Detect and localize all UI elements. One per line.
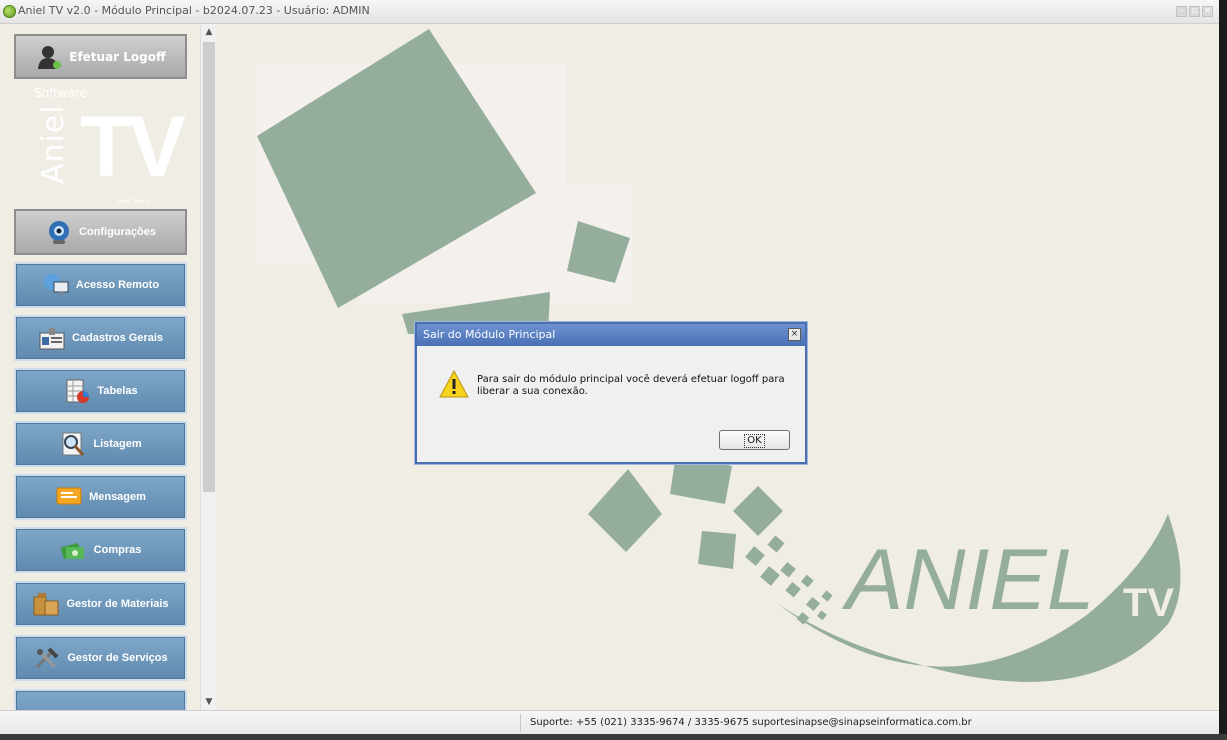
magnifier-document-icon xyxy=(62,432,85,456)
support-contact: Suporte: +55 (021) 3335-9674 / 3335-9675… xyxy=(530,717,972,728)
screen-edge xyxy=(1219,0,1227,740)
title-bar: Aniel TV v2.0 - Módulo Principal - b2024… xyxy=(0,0,1219,24)
menu-label: Cadastros Gerais xyxy=(71,332,164,344)
window-controls: – ▫ × xyxy=(1176,6,1213,17)
menu-label: Gestor de Materiais xyxy=(66,598,169,610)
ok-button[interactable]: OK xyxy=(719,430,790,450)
menu-label: Compras xyxy=(93,544,142,556)
id-card-icon xyxy=(39,328,65,350)
background-aniel-text: ANIEL xyxy=(841,532,1095,628)
message-icon xyxy=(56,487,82,505)
menu-label: Gestor de Serviços xyxy=(67,652,168,664)
logoff-button[interactable]: Efetuar Logoff xyxy=(14,34,187,79)
status-bar: Suporte: +55 (021) 3335-9674 / 3335-9675… xyxy=(0,710,1219,734)
menu-gestor-materiais[interactable]: Gestor de Materiais xyxy=(14,581,187,627)
close-button[interactable]: × xyxy=(1202,6,1213,17)
menu-acesso-remoto[interactable]: Acesso Remoto xyxy=(14,262,187,308)
dialog-title-bar: Sair do Módulo Principal × xyxy=(417,324,805,346)
menu-tabelas[interactable]: Tabelas xyxy=(14,368,187,414)
status-divider xyxy=(520,714,521,732)
logoff-label: Efetuar Logoff xyxy=(69,49,166,64)
user-icon xyxy=(38,45,62,69)
money-icon xyxy=(60,542,84,560)
background-tv-text: TV xyxy=(1123,581,1174,625)
exit-dialog: Sair do Módulo Principal × Para sair do … xyxy=(415,322,807,464)
logo-tv-text: TV xyxy=(80,99,186,195)
dialog-title: Sair do Módulo Principal xyxy=(423,328,556,341)
webcam-icon xyxy=(48,221,69,244)
screen-bottom-edge xyxy=(0,734,1227,740)
menu-partial-item[interactable] xyxy=(14,689,187,710)
maximize-button[interactable]: ▫ xyxy=(1189,6,1200,17)
table-chart-icon xyxy=(66,379,90,403)
window-title: Aniel TV v2.0 - Módulo Principal - b2024… xyxy=(18,4,370,17)
minimize-button[interactable]: – xyxy=(1176,6,1187,17)
logo-aniel-text: Aniel xyxy=(36,104,71,184)
boxes-icon xyxy=(33,593,59,616)
dialog-message: Para sair do módulo principal você dever… xyxy=(477,374,785,397)
sidebar-scrollbar[interactable]: ▲ ▼ xyxy=(200,24,217,710)
scroll-down-icon[interactable]: ▼ xyxy=(201,694,217,710)
ok-label: OK xyxy=(744,434,765,448)
app-icon xyxy=(3,5,16,18)
dialog-close-icon[interactable]: × xyxy=(788,328,801,341)
sidebar: Efetuar Logoff Software Aniel TV Aniel T… xyxy=(0,24,218,710)
menu-label: Mensagem xyxy=(89,491,146,503)
menu-cadastros-gerais[interactable]: Cadastros Gerais xyxy=(14,315,187,361)
menu-label: Configurações xyxy=(78,226,156,238)
logo-software-text: Software xyxy=(34,86,87,100)
menu-mensagem[interactable]: Mensagem xyxy=(14,474,187,520)
tools-icon xyxy=(36,647,59,669)
menu-listagem[interactable]: Listagem xyxy=(14,421,187,467)
menu-gestor-servicos[interactable]: Gestor de Serviços xyxy=(14,635,187,681)
scroll-thumb[interactable] xyxy=(203,42,215,492)
menu-label: Acesso Remoto xyxy=(75,279,160,291)
sidebar-panel: Efetuar Logoff Software Aniel TV Aniel T… xyxy=(0,24,200,710)
menu-configuracoes[interactable]: Configurações xyxy=(14,209,187,255)
menu-compras[interactable]: Compras xyxy=(14,527,187,573)
logo-tagline: Aniel Total V xyxy=(118,199,149,205)
remote-computer-icon xyxy=(43,274,69,295)
menu-label: Listagem xyxy=(93,438,142,450)
app-window: Aniel TV v2.0 - Módulo Principal - b2024… xyxy=(0,0,1219,740)
aniel-tv-logo: Software Aniel TV Aniel Total V xyxy=(30,84,186,209)
warning-icon xyxy=(439,370,469,398)
scroll-up-icon[interactable]: ▲ xyxy=(201,24,217,40)
menu-label: Tabelas xyxy=(97,385,138,397)
